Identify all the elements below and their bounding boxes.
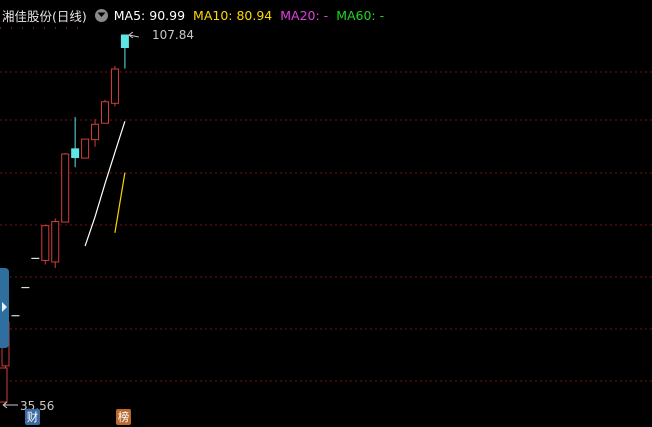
candle-body: [101, 101, 109, 124]
candle-body: [110, 68, 119, 104]
finance-badge[interactable]: 财: [25, 409, 40, 425]
high-arrow-icon: [128, 31, 139, 39]
low-arrow-icon: [2, 401, 18, 409]
candle-body: [61, 153, 70, 223]
chart-header: 湘佳股份(日线) MA5: 90.99 MA10: 80.94 MA20: - …: [0, 6, 392, 24]
candle-body: [51, 221, 60, 263]
candle-body: [120, 34, 129, 48]
price-grid: [0, 27, 652, 382]
chevron-right-icon: [2, 302, 7, 312]
candles: [0, 34, 129, 405]
high-price-label: 107.84: [152, 28, 194, 42]
ma20-label: MA20: -: [280, 7, 329, 23]
candlestick-chart[interactable]: [0, 0, 652, 427]
candle-body: [81, 138, 90, 159]
candle-body: [0, 367, 8, 403]
dragon-tiger-list-badge[interactable]: 榜: [116, 409, 131, 425]
candle-body: [91, 123, 100, 141]
stock-title[interactable]: 湘佳股份(日线): [2, 6, 87, 25]
candle-body: [41, 225, 50, 261]
ma10-label: MA10: 80.94: [193, 7, 273, 23]
candle-body: [71, 148, 80, 159]
expand-sidebar-button[interactable]: [0, 268, 9, 348]
ma60-label: MA60: -: [336, 7, 385, 23]
chevron-down-icon[interactable]: [94, 8, 108, 22]
ma5-label: MA5: 90.99: [113, 7, 186, 23]
ma10-line: [114, 172, 126, 233]
